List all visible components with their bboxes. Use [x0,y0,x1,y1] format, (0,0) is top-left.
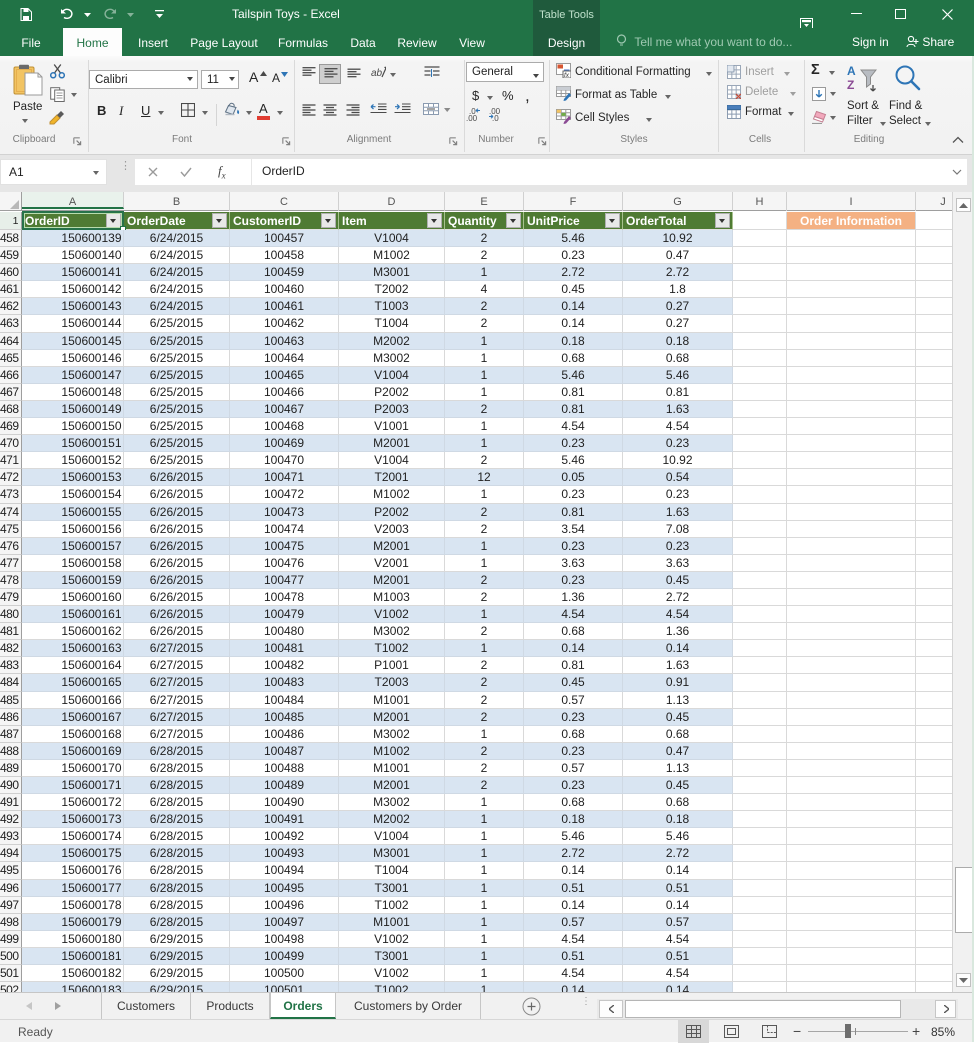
svg-text:.00: .00 [466,114,478,122]
svg-text:.0: .0 [492,114,499,122]
svg-text:fx: fx [564,72,570,78]
svg-text:ab: ab [371,68,383,79]
